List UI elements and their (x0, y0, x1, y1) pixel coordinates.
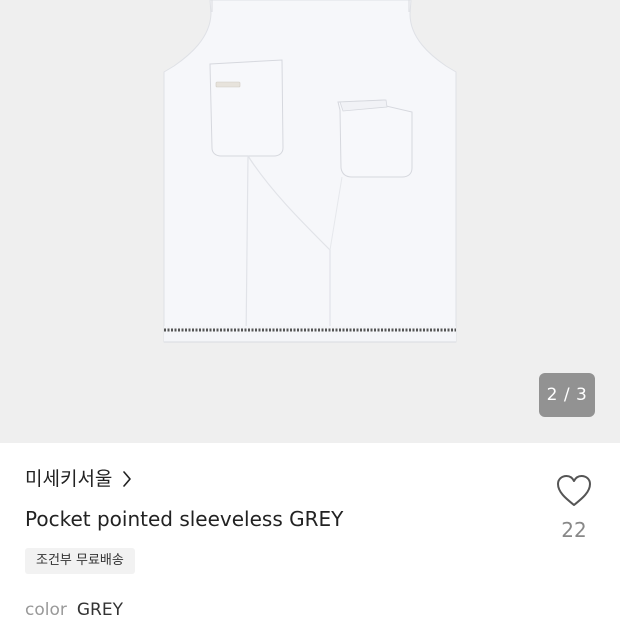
color-option: color GREY (25, 599, 123, 620)
like-button[interactable]: 22 (548, 473, 600, 547)
product-title: Pocket pointed sleeveless GREY (25, 507, 344, 531)
chevron-right-icon (123, 471, 132, 487)
product-image-gallery[interactable]: 2 / 3 (0, 0, 620, 443)
product-info: 미세키서울 Pocket pointed sleeveless GREY 조건부… (0, 443, 620, 620)
pocket-label (215, 81, 241, 88)
like-count: 22 (561, 518, 587, 542)
hem-band (164, 326, 456, 342)
image-counter: 2 / 3 (539, 373, 595, 417)
heart-outline-icon[interactable] (555, 473, 593, 508)
brand-link[interactable]: 미세키서울 (25, 467, 132, 491)
left-pocket (209, 59, 284, 157)
product-detail-page: 2 / 3 미세키서울 Pocket pointed sleeveless GR… (0, 0, 620, 620)
color-option-label: color (25, 600, 67, 620)
right-pocket (337, 99, 413, 178)
color-option-value: GREY (76, 600, 123, 620)
garment-body (163, 0, 457, 343)
shipping-badge: 조건부 무료배송 (25, 548, 135, 574)
brand-name: 미세키서울 (25, 468, 113, 490)
product-image[interactable] (0, 0, 620, 443)
